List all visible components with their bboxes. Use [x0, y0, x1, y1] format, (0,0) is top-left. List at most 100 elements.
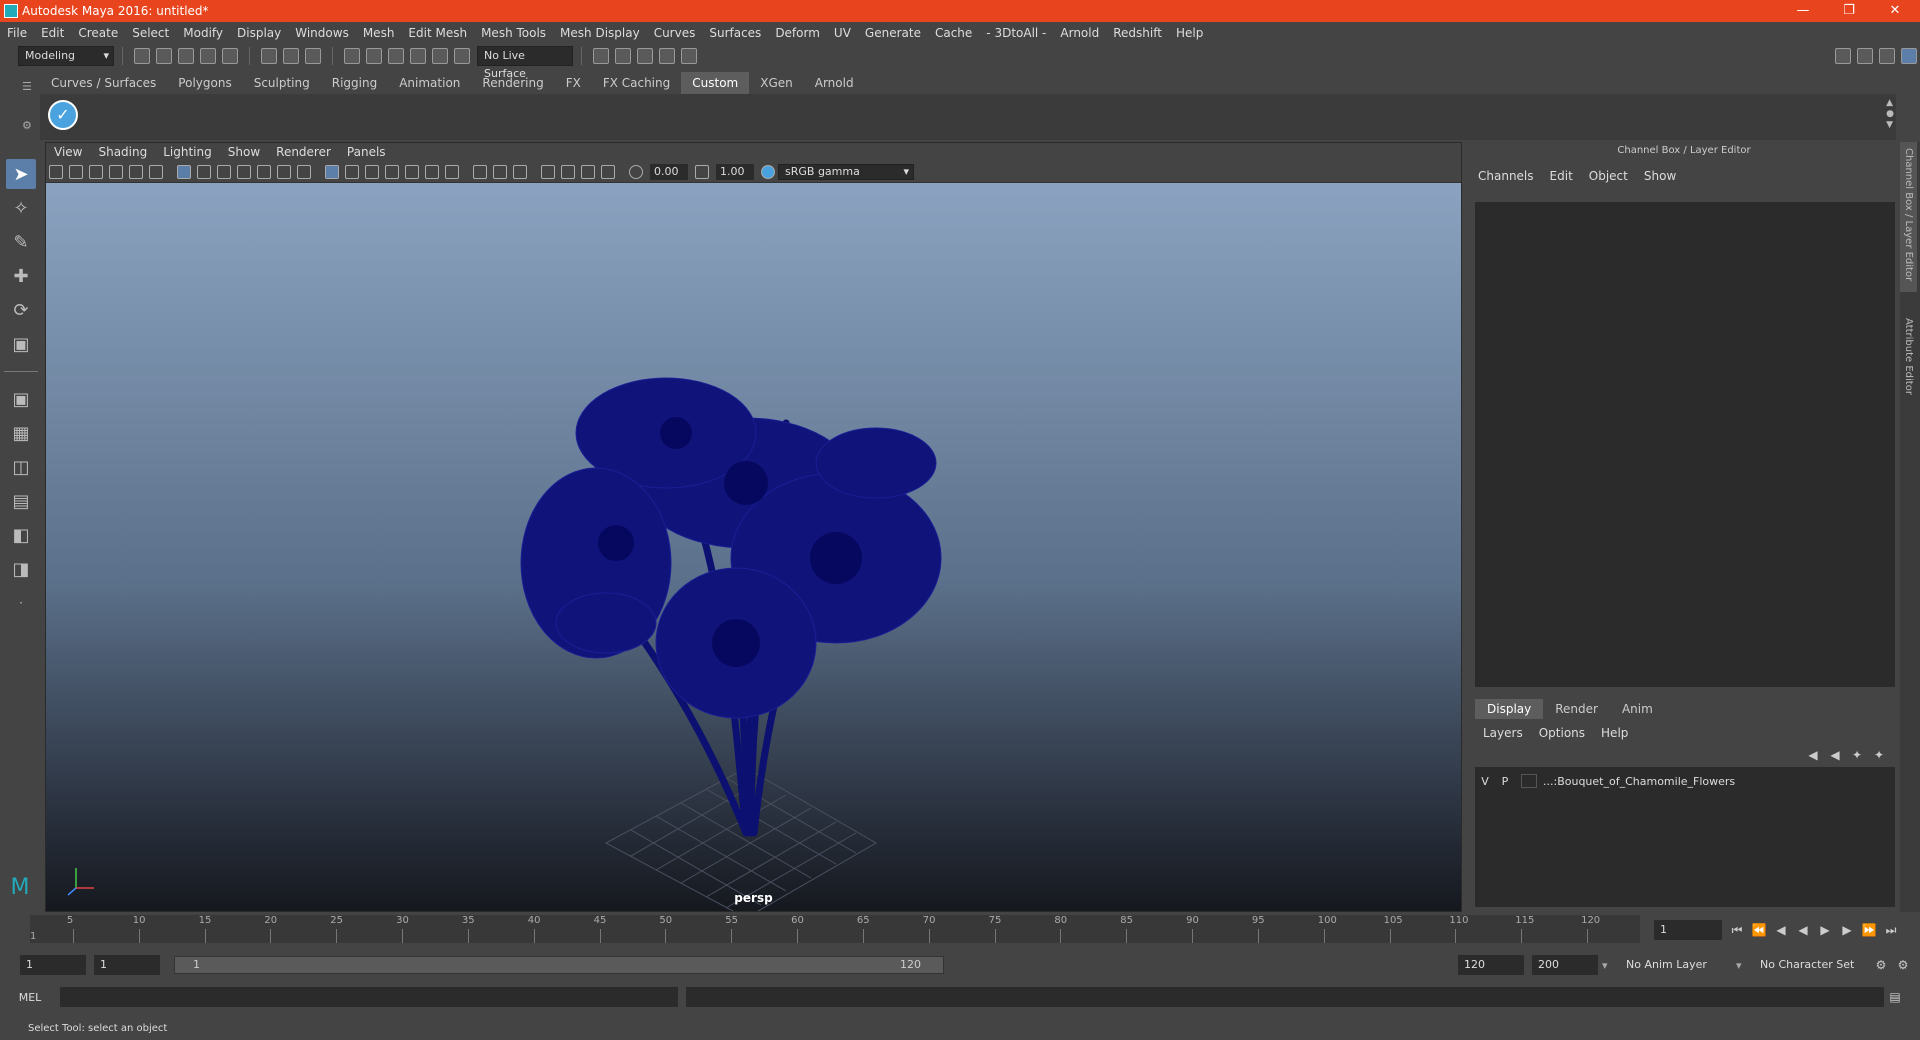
step-forward-key-icon[interactable]: ⏩: [1860, 921, 1878, 939]
film-gate-icon[interactable]: [197, 164, 211, 179]
playback-start-field[interactable]: 1: [94, 955, 160, 975]
go-to-end-icon[interactable]: ⏭: [1882, 921, 1900, 939]
cb-menu-show[interactable]: Show: [1636, 169, 1684, 183]
move-tool-icon[interactable]: ✚: [6, 261, 36, 291]
xray-components-icon[interactable]: [601, 164, 615, 179]
default-material-icon[interactable]: [365, 164, 379, 179]
vp-menu-shading[interactable]: Shading: [90, 145, 155, 159]
hypershade-icon[interactable]: [681, 48, 697, 64]
current-frame-field[interactable]: 1: [1654, 920, 1722, 940]
auto-key-icon[interactable]: ⚙: [1872, 956, 1890, 974]
paint-select-tool-icon[interactable]: ✎: [6, 227, 36, 257]
3d-scene[interactable]: persp: [46, 183, 1461, 911]
render-view-icon[interactable]: [593, 48, 609, 64]
snap-surface-icon[interactable]: [432, 48, 448, 64]
layer-playback-toggle[interactable]: P: [1495, 775, 1515, 788]
scene-start-field[interactable]: 1: [20, 955, 86, 975]
vp-menu-lighting[interactable]: Lighting: [155, 145, 220, 159]
gamma-field[interactable]: 1.00: [716, 163, 754, 180]
step-forward-frame-icon[interactable]: ▶: [1838, 921, 1856, 939]
field-chart-icon[interactable]: [257, 164, 271, 179]
tab-arnold[interactable]: Arnold: [804, 72, 865, 94]
shelf-settings-icon[interactable]: ⚙: [22, 119, 40, 132]
gate-mask-icon[interactable]: [237, 164, 251, 179]
tab-animation[interactable]: Animation: [388, 72, 471, 94]
preferences-icon[interactable]: ⚙: [1894, 956, 1912, 974]
tab-rigging[interactable]: Rigging: [321, 72, 388, 94]
mode-dropdown[interactable]: Modeling ▾: [18, 46, 114, 66]
wireframe-icon[interactable]: [325, 164, 339, 179]
make-live-icon[interactable]: [454, 48, 470, 64]
vp-menu-renderer[interactable]: Renderer: [268, 145, 339, 159]
anti-aliasing-icon[interactable]: [493, 164, 507, 179]
graph-layout-icon[interactable]: ◧: [6, 520, 36, 550]
lasso-tool-icon[interactable]: ✧: [6, 193, 36, 223]
layer-color-swatch[interactable]: [1521, 774, 1537, 788]
tab-display[interactable]: Display: [1475, 699, 1544, 719]
side-tab-channel-box[interactable]: Channel Box / Layer Editor: [1900, 142, 1917, 292]
menu-curves[interactable]: Curves: [647, 26, 703, 40]
checkmark-shelf-icon[interactable]: ✓: [48, 100, 78, 130]
two-pane-layout-icon[interactable]: ◫: [6, 452, 36, 482]
2d-pan-zoom-icon[interactable]: [129, 164, 143, 179]
channel-box-body[interactable]: [1475, 202, 1895, 687]
command-input[interactable]: [60, 987, 678, 1007]
close-button[interactable]: ✕: [1872, 0, 1918, 22]
play-forwards-icon[interactable]: ▶: [1816, 921, 1834, 939]
play-backwards-icon[interactable]: ◀: [1794, 921, 1812, 939]
shelf-scroll-icon[interactable]: ▲ ● ▼: [1886, 98, 1894, 131]
menu-mesh-tools[interactable]: Mesh Tools: [474, 26, 553, 40]
select-object-icon[interactable]: [283, 48, 299, 64]
tab-anim[interactable]: Anim: [1610, 699, 1665, 719]
tab-fx-caching[interactable]: FX Caching: [592, 72, 681, 94]
snap-curve-icon[interactable]: [366, 48, 382, 64]
shelf-menu-icon[interactable]: ☰: [22, 80, 40, 93]
outliner-layout-icon[interactable]: ▤: [6, 486, 36, 516]
menu-display[interactable]: Display: [230, 26, 288, 40]
cb-menu-edit[interactable]: Edit: [1542, 169, 1581, 183]
camera-attributes-icon[interactable]: [69, 164, 83, 179]
step-back-frame-icon[interactable]: ◀: [1772, 921, 1790, 939]
tab-custom[interactable]: Custom: [681, 72, 750, 94]
menu-help[interactable]: Help: [1169, 26, 1210, 40]
safe-title-icon[interactable]: [297, 164, 311, 179]
hypershade-layout-icon[interactable]: ◨: [6, 554, 36, 584]
live-surface-field[interactable]: No Live Surface: [477, 46, 573, 80]
le-menu-help[interactable]: Help: [1593, 722, 1636, 744]
menu-modify[interactable]: Modify: [176, 26, 230, 40]
workspace-icon[interactable]: [1835, 48, 1851, 64]
new-scene-icon[interactable]: [134, 48, 150, 64]
xray-joints-icon[interactable]: [581, 164, 595, 179]
character-set-dropdown[interactable]: No Character Set: [1754, 955, 1866, 975]
new-layer-icon[interactable]: ✦: [1848, 746, 1866, 764]
gamma-icon[interactable]: [695, 164, 709, 179]
redo-icon[interactable]: [222, 48, 238, 64]
bookmark-icon[interactable]: [89, 164, 103, 179]
menu-select[interactable]: Select: [125, 26, 176, 40]
tab-sculpting[interactable]: Sculpting: [243, 72, 321, 94]
snap-grid-icon[interactable]: [344, 48, 360, 64]
menu-mesh[interactable]: Mesh: [356, 26, 402, 40]
menu-file[interactable]: File: [0, 26, 34, 40]
restore-button[interactable]: ❐: [1826, 0, 1872, 22]
menu-deform[interactable]: Deform: [768, 26, 827, 40]
ambient-occlusion-icon[interactable]: [445, 164, 459, 179]
menu-arnold[interactable]: Arnold: [1053, 26, 1106, 40]
menu-edit[interactable]: Edit: [34, 26, 71, 40]
menu-3dtoall[interactable]: - 3DtoAll -: [979, 26, 1053, 40]
side-tab-attribute-editor[interactable]: Attribute Editor: [1900, 312, 1917, 401]
layout-icon[interactable]: [1879, 48, 1895, 64]
time-slider-bar[interactable]: 1 5 10 15 20 25 30 35 40 45 50 55 60 65 70 75 80 85 90 95 1…: [30, 915, 1640, 943]
menu-surfaces[interactable]: Surfaces: [702, 26, 768, 40]
menu-generate[interactable]: Generate: [858, 26, 928, 40]
scene-end-field[interactable]: 200: [1532, 955, 1598, 975]
tab-curves-surfaces[interactable]: Curves / Surfaces: [40, 72, 167, 94]
exposure-field[interactable]: 0.00: [650, 163, 688, 180]
textured-icon[interactable]: [385, 164, 399, 179]
snap-point-icon[interactable]: [388, 48, 404, 64]
safe-action-icon[interactable]: [277, 164, 291, 179]
motion-blur-icon[interactable]: [473, 164, 487, 179]
script-language-label[interactable]: MEL: [0, 991, 60, 1004]
menu-edit-mesh[interactable]: Edit Mesh: [401, 26, 474, 40]
four-pane-layout-icon[interactable]: ▦: [6, 418, 36, 448]
